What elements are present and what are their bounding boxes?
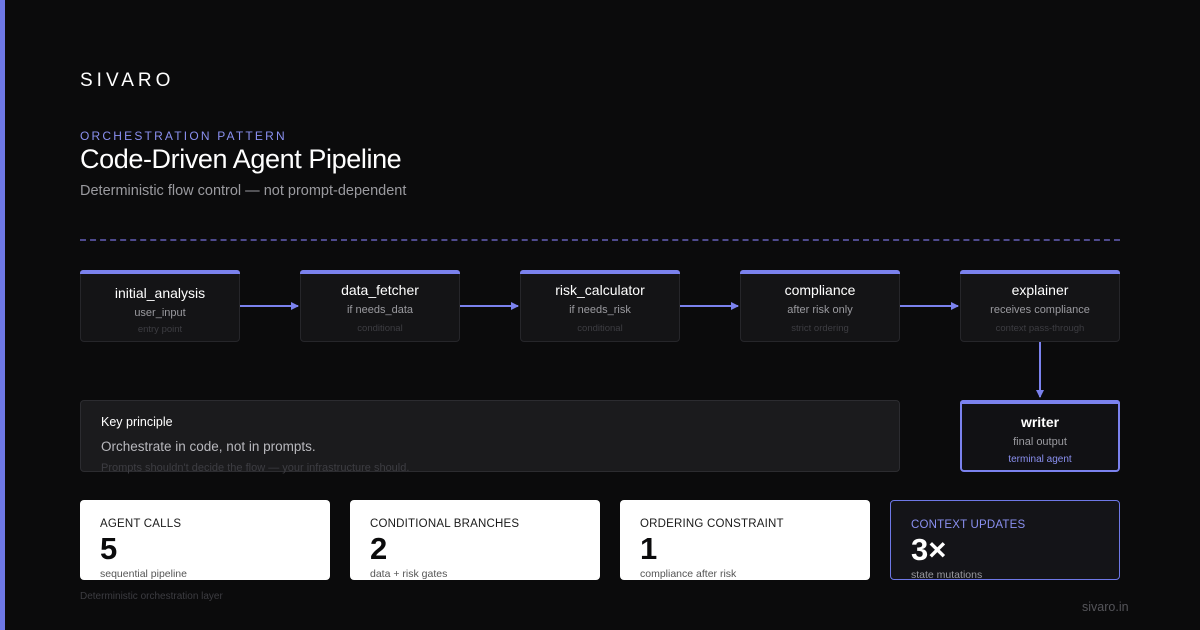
node-description: user_input (134, 307, 186, 319)
stat-value: 1 (640, 531, 658, 566)
principle-sub: Prompts shouldn't decide the flow — your… (101, 462, 410, 474)
footer-caption: Deterministic orchestration layer (80, 591, 223, 602)
node-name: initial_analysis (114, 285, 206, 301)
node-compliance: compliance after risk only strict orderi… (740, 270, 900, 342)
stat-sub: compliance after risk (640, 568, 737, 580)
node-description: if needs_risk (569, 304, 631, 316)
node-description: receives compliance (990, 304, 1090, 316)
node-name: explainer (1011, 282, 1069, 298)
stat-label: CONDITIONAL BRANCHES (370, 518, 520, 530)
node-note: conditional (577, 323, 623, 334)
node-name: risk_calculator (555, 282, 645, 298)
stat-context-updates: CONTEXT UPDATES 3× state mutations (890, 500, 1120, 581)
stat-sub: data + risk gates (370, 568, 448, 580)
node-data-fetcher: data_fetcher if needs_data conditional (300, 270, 460, 342)
stat-value: 5 (100, 531, 118, 566)
node-name: writer (1020, 414, 1060, 430)
footer-url: sivaro.in (1082, 600, 1129, 614)
stat-conditional-branches: CONDITIONAL BRANCHES 2 data + risk gates (350, 500, 600, 580)
node-description: after risk only (787, 304, 853, 316)
stat-sub: state mutations (911, 569, 983, 581)
node-risk-calculator: risk_calculator if needs_risk conditiona… (520, 270, 680, 342)
node-description: if needs_data (346, 304, 414, 316)
node-initial-analysis: initial_analysis user_input entry point (80, 270, 240, 342)
node-writer: writer final output terminal agent (960, 400, 1120, 472)
node-note: terminal agent (1008, 454, 1072, 465)
node-note: entry point (137, 324, 183, 335)
stat-sub: sequential pipeline (100, 568, 187, 580)
stat-value: 3× (911, 532, 947, 567)
stat-agent-calls: AGENT CALLS 5 sequential pipeline (80, 500, 330, 580)
node-description: final output (1013, 436, 1067, 448)
stat-value: 2 (370, 531, 388, 566)
node-note: context pass-through (995, 323, 1085, 334)
node-note: conditional (357, 323, 403, 334)
principle-label: Key principle (101, 415, 173, 429)
stat-label: CONTEXT UPDATES (911, 519, 1026, 531)
stat-label: ORDERING CONSTRAINT (640, 518, 784, 530)
stat-label: AGENT CALLS (100, 518, 182, 530)
key-principle-card: Key principle Orchestrate in code, not i… (80, 400, 900, 474)
node-name: data_fetcher (341, 282, 419, 298)
stat-ordering-constraint: ORDERING CONSTRAINT 1 compliance after r… (620, 500, 870, 580)
principle-main: Orchestrate in code, not in prompts. (101, 439, 316, 454)
node-explainer: explainer receives compliance context pa… (960, 270, 1120, 342)
node-note: strict ordering (791, 323, 849, 334)
node-name: compliance (784, 282, 856, 298)
